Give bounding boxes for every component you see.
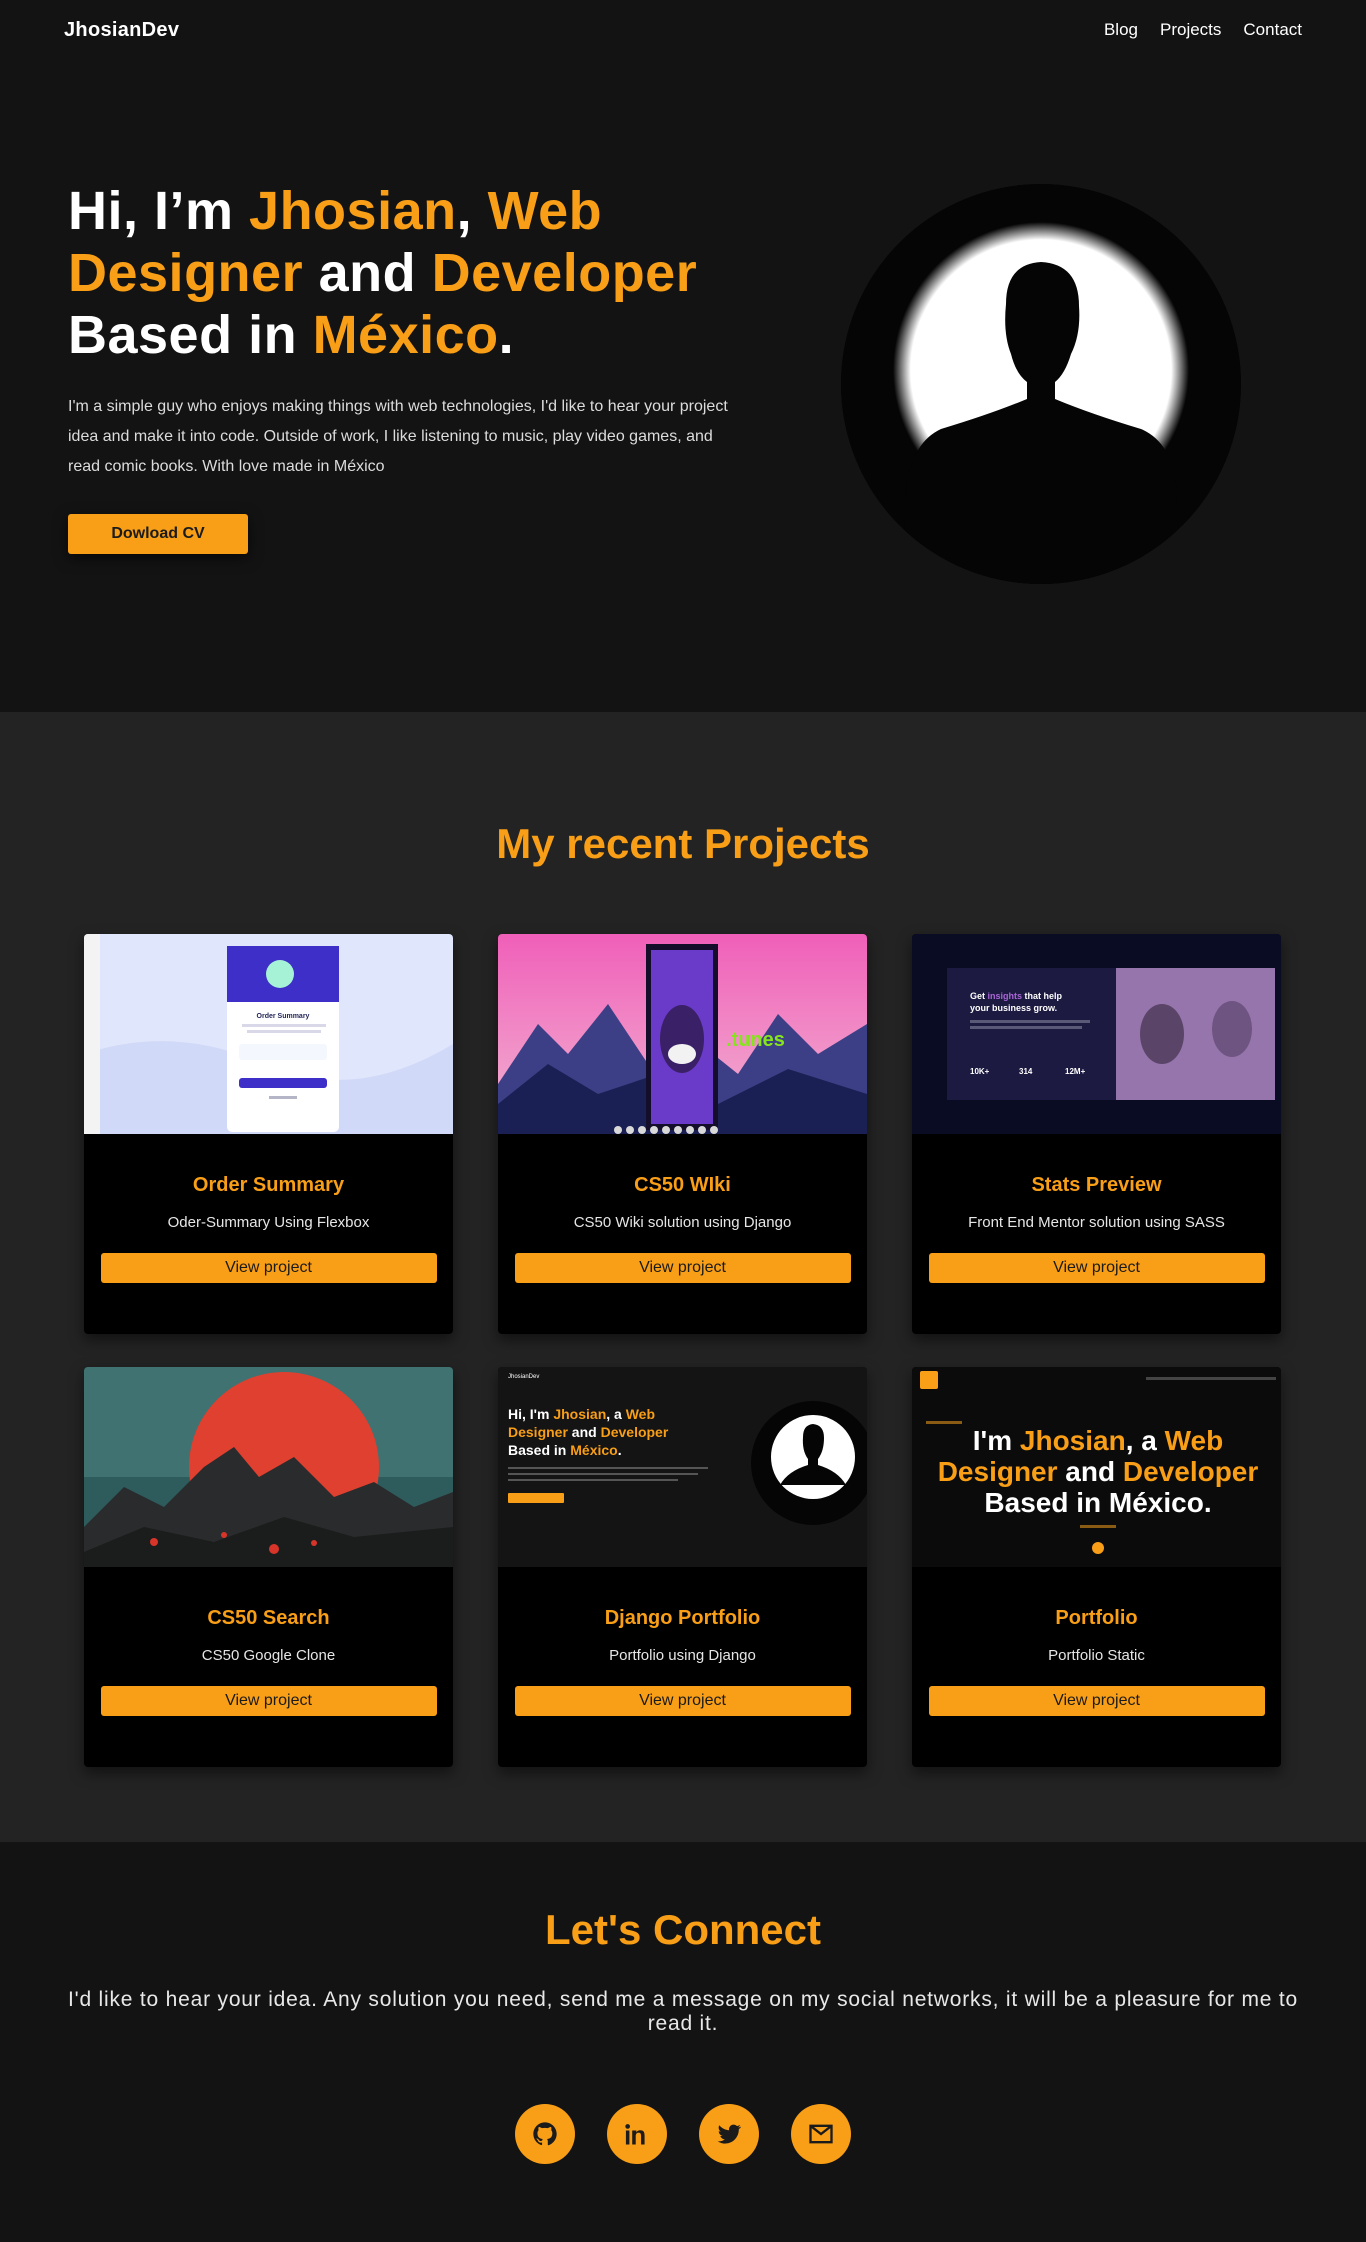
nav-link-contact[interactable]: Contact: [1243, 20, 1302, 40]
project-card-cs50-wiki: .tunes CS50 WIki CS50 Wiki solution usin…: [498, 934, 867, 1334]
svg-text:12M+: 12M+: [1065, 1067, 1086, 1076]
project-title: CS50 Search: [207, 1607, 330, 1629]
project-card-django-portfolio: JhosianDev Hi, I'm Jhosian, a Web Design…: [498, 1367, 867, 1767]
github-icon: [533, 2122, 557, 2146]
project-description: Portfolio using Django: [609, 1647, 756, 1664]
view-project-button[interactable]: View project: [514, 1686, 851, 1716]
nav-link-blog[interactable]: Blog: [1104, 20, 1138, 40]
project-thumbnail[interactable]: Order Summary: [84, 934, 453, 1134]
project-thumbnail[interactable]: .tunes: [498, 934, 867, 1134]
svg-text:.tunes: .tunes: [726, 1029, 785, 1051]
github-link[interactable]: [515, 2104, 575, 2164]
svg-text:10K+: 10K+: [970, 1067, 990, 1076]
linkedin-icon: [625, 2124, 645, 2145]
project-card-order-summary: Order Summary Order Summary Oder-Summary…: [84, 934, 453, 1334]
nav-link-projects[interactable]: Projects: [1160, 20, 1221, 40]
connect-title: Let's Connect: [544, 1906, 821, 1953]
project-title: Django Portfolio: [604, 1607, 761, 1629]
mail-link[interactable]: [791, 2104, 851, 2164]
project-card-cs50-search: CS50 Search CS50 Google Clone View proje…: [84, 1367, 453, 1767]
project-card-stats-preview: Get insights that help your business gro…: [912, 934, 1281, 1334]
svg-text:314: 314: [1019, 1067, 1033, 1076]
twitter-link[interactable]: [699, 2104, 759, 2164]
linkedin-link[interactable]: [607, 2104, 667, 2164]
hero-description: I'm a simple guy who enjoys making thing…: [68, 398, 728, 475]
view-project-button[interactable]: View project: [100, 1686, 437, 1716]
project-description: Portfolio Static: [1048, 1647, 1145, 1664]
projects-section: My recent Projects Order Summary Order S…: [0, 712, 1366, 1842]
svg-text:your business grow.: your business grow.: [970, 1003, 1057, 1013]
project-card-portfolio-static: I'm Jhosian, a Web Designer and Develope…: [912, 1367, 1281, 1767]
project-title: Order Summary: [192, 1174, 345, 1196]
svg-text:Get insights that help: Get insights that help: [970, 991, 1063, 1001]
projects-title: My recent Projects: [496, 820, 870, 867]
project-thumbnail[interactable]: Get insights that help your business gro…: [912, 934, 1281, 1134]
project-description: CS50 Google Clone: [201, 1647, 336, 1664]
svg-text:I'm Jhosian, a Web: I'm Jhosian, a Web: [973, 1425, 1223, 1456]
download-cv-button[interactable]: Dowload CV: [68, 514, 248, 554]
project-title: CS50 WIki: [634, 1174, 731, 1196]
svg-text:Based in México.: Based in México.: [508, 1442, 622, 1458]
project-description: Oder-Summary Using Flexbox: [167, 1214, 370, 1231]
top-nav: JhosianDev Blog Projects Contact: [0, 0, 1366, 60]
connect-section: Let's Connect I'd like to hear your idea…: [0, 1842, 1366, 2242]
project-title: Portfolio: [1055, 1607, 1138, 1629]
connect-text: I'd like to hear your idea. Any solution…: [68, 1988, 1298, 2035]
mail-icon: [809, 2124, 833, 2144]
svg-text:Designer and Developer: Designer and Developer: [508, 1424, 669, 1440]
brand-logo[interactable]: JhosianDev: [64, 19, 179, 42]
project-title: Stats Preview: [1031, 1174, 1162, 1196]
svg-text:Hi, I'm Jhosian, a Web: Hi, I'm Jhosian, a Web: [508, 1406, 655, 1422]
hero-text: Hi, I’m Jhosian, Web Designer and Develo…: [68, 180, 768, 554]
project-description: Front End Mentor solution using SASS: [968, 1214, 1225, 1231]
person-silhouette-icon: [841, 184, 1241, 584]
nav-links: Blog Projects Contact: [1104, 20, 1302, 40]
svg-text:Order Summary: Order Summary: [257, 1013, 310, 1020]
view-project-button[interactable]: View project: [514, 1253, 851, 1283]
twitter-icon: [717, 2124, 742, 2144]
svg-text:JhosianDev: JhosianDev: [508, 1374, 539, 1380]
view-project-button[interactable]: View project: [928, 1253, 1265, 1283]
projects-grid: Order Summary Order Summary Oder-Summary…: [84, 934, 1281, 1767]
hero-section: Hi, I’m Jhosian, Web Designer and Develo…: [0, 60, 1366, 712]
social-links: [0, 2104, 1366, 2164]
svg-text:Based in México.: Based in México.: [984, 1487, 1211, 1518]
svg-text:Designer and Developer: Designer and Developer: [938, 1456, 1259, 1487]
project-thumbnail[interactable]: [84, 1367, 453, 1567]
project-thumbnail[interactable]: I'm Jhosian, a Web Designer and Develope…: [912, 1367, 1281, 1567]
view-project-button[interactable]: View project: [100, 1253, 437, 1283]
hero-title: Hi, I’m Jhosian, Web Designer and Develo…: [68, 181, 698, 365]
view-project-button[interactable]: View project: [928, 1686, 1265, 1716]
project-thumbnail[interactable]: JhosianDev Hi, I'm Jhosian, a Web Design…: [498, 1367, 867, 1567]
avatar: [841, 184, 1241, 584]
project-description: CS50 Wiki solution using Django: [573, 1214, 792, 1231]
